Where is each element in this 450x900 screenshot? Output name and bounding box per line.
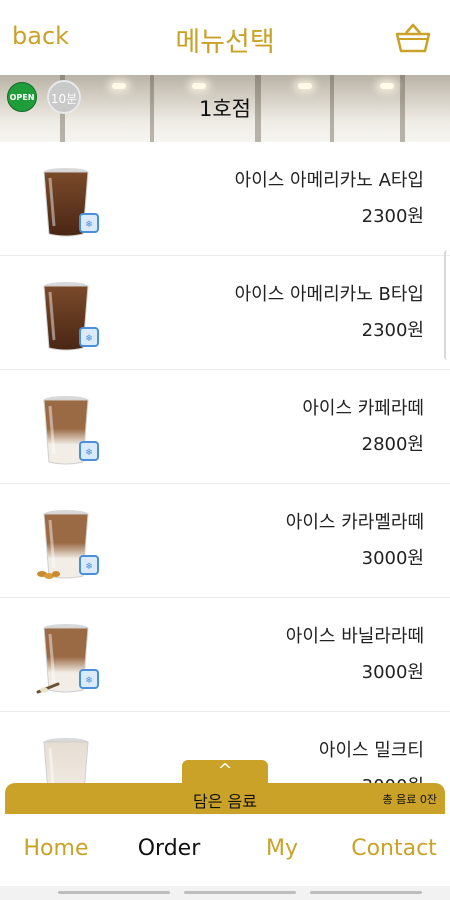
- menu-item-price: 3000원: [361, 548, 424, 569]
- chevron-up-icon: ^: [217, 760, 233, 781]
- menu-item-name: 아이스 바닐라라떼: [285, 626, 424, 647]
- drink-image: ❄: [36, 280, 102, 352]
- cart-label: 담은 음료: [193, 792, 257, 811]
- menu-item-name: 아이스 아메리카노 A타입: [234, 170, 424, 191]
- cart-count: 총 음료 0잔: [382, 793, 437, 806]
- scroll-indicator[interactable]: [444, 250, 450, 360]
- drink-image: ❄: [36, 394, 102, 466]
- menu-item[interactable]: ❄ 아이스 카페라떼 2800원: [0, 370, 450, 484]
- svg-text:❄: ❄: [85, 676, 93, 686]
- home-indicator: [0, 886, 450, 900]
- menu-item-name: 아이스 밀크티: [318, 740, 424, 761]
- drink-image: ❄: [36, 622, 102, 694]
- svg-text:❄: ❄: [85, 220, 93, 230]
- menu-item-price: 2300원: [361, 320, 424, 341]
- menu-item-name: 아이스 아메리카노 B타입: [234, 284, 424, 305]
- menu-item[interactable]: ❄ 아이스 카라멜라떼 3000원: [0, 484, 450, 598]
- store-name: 1호점: [198, 97, 251, 121]
- basket-icon[interactable]: [394, 22, 432, 54]
- nav-contact[interactable]: Contact: [338, 836, 450, 861]
- menu-item[interactable]: ❄ 아이스 아메리카노 B타입 2300원: [0, 256, 450, 370]
- menu-item-name: 아이스 카라멜라떼: [285, 512, 424, 533]
- menu-item-price: 2300원: [361, 206, 424, 227]
- drink-image: ❄: [36, 166, 102, 238]
- menu-list: ❄ 아이스 아메리카노 A타입 2300원 ❄ 아이스 아메리카노 B타입 23…: [0, 142, 450, 826]
- menu-item[interactable]: ❄ 아이스 아메리카노 A타입 2300원: [0, 142, 450, 256]
- svg-text:❄: ❄: [85, 448, 93, 458]
- app-header: back 메뉴선택: [0, 0, 450, 75]
- nav-order[interactable]: Order: [113, 836, 225, 861]
- drink-image: ❄: [36, 508, 102, 580]
- nav-my[interactable]: My: [226, 836, 338, 861]
- menu-item-name: 아이스 카페라떼: [302, 398, 424, 419]
- menu-item-price: 2800원: [361, 434, 424, 455]
- bottom-nav: Home Order My Contact: [0, 814, 450, 886]
- menu-item[interactable]: ❄ 아이스 바닐라라떼 3000원: [0, 598, 450, 712]
- cart-summary-bar[interactable]: 담은 음료 총 음료 0잔: [5, 783, 445, 814]
- menu-item-price: 3000원: [361, 662, 424, 683]
- svg-text:❄: ❄: [85, 562, 93, 572]
- page-title: 메뉴선택: [175, 27, 275, 58]
- svg-text:❄: ❄: [85, 334, 93, 344]
- nav-home[interactable]: Home: [0, 836, 112, 861]
